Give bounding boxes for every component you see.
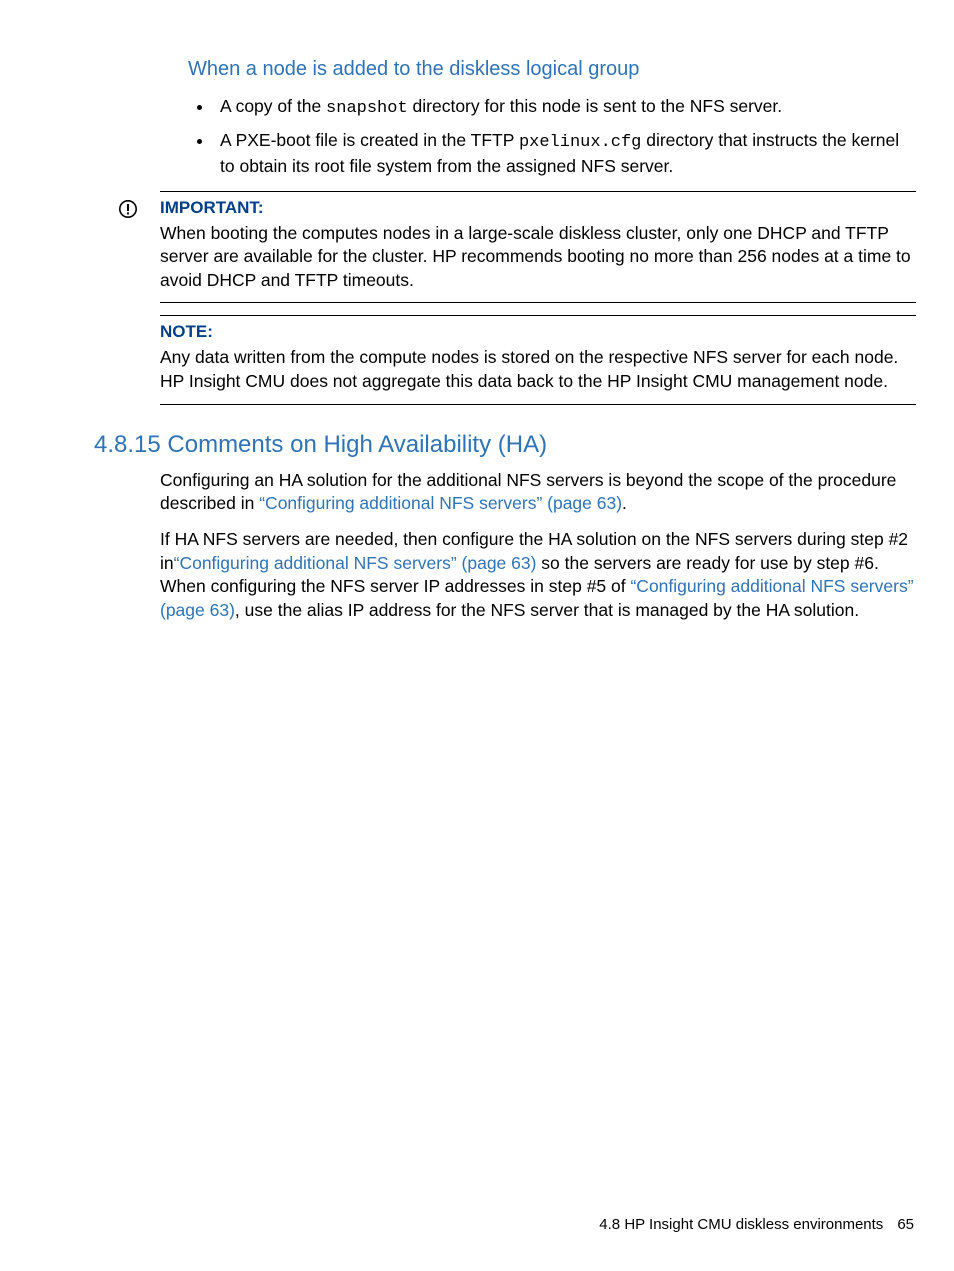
note-callout: NOTE: Any data written from the compute …: [160, 315, 916, 404]
bullet-list: A copy of the snapshot directory for thi…: [102, 95, 916, 179]
code-snapshot: snapshot: [326, 99, 408, 118]
sub-heading: When a node is added to the diskless log…: [188, 58, 916, 81]
list-item-text: A copy of the: [220, 96, 326, 116]
paragraph: Configuring an HA solution for the addit…: [160, 469, 916, 516]
important-callout: IMPORTANT: When booting the computes nod…: [160, 191, 916, 304]
paragraph: If HA NFS servers are needed, then confi…: [160, 528, 916, 623]
paragraph-text: .: [622, 493, 627, 513]
code-pxelinux: pxelinux.cfg: [519, 133, 641, 152]
note-label: NOTE:: [160, 322, 916, 342]
list-item-text: directory for this node is sent to the N…: [408, 96, 782, 116]
important-label: IMPORTANT:: [160, 198, 916, 218]
page-footer: 4.8 HP Insight CMU diskless environments…: [599, 1216, 914, 1233]
important-icon: [118, 198, 160, 219]
note-body: Any data written from the compute nodes …: [160, 346, 916, 393]
list-item: A PXE-boot file is created in the TFTP p…: [214, 129, 916, 179]
footer-section-title: 4.8 HP Insight CMU diskless environments: [599, 1216, 883, 1233]
xref-link[interactable]: “Configuring additional NFS servers” (pa…: [174, 553, 537, 573]
page: When a node is added to the diskless log…: [0, 0, 954, 1271]
list-item: A copy of the snapshot directory for thi…: [214, 95, 916, 121]
page-number: 65: [897, 1216, 914, 1233]
list-item-text: A PXE-boot file is created in the TFTP: [220, 130, 519, 150]
important-body: When booting the computes nodes in a lar…: [160, 222, 916, 293]
section-heading: 4.8.15 Comments on High Availability (HA…: [94, 431, 916, 459]
paragraph-text: , use the alias IP address for the NFS s…: [235, 600, 859, 620]
content-area: When a node is added to the diskless log…: [102, 58, 916, 634]
xref-link[interactable]: “Configuring additional NFS servers” (pa…: [259, 493, 622, 513]
